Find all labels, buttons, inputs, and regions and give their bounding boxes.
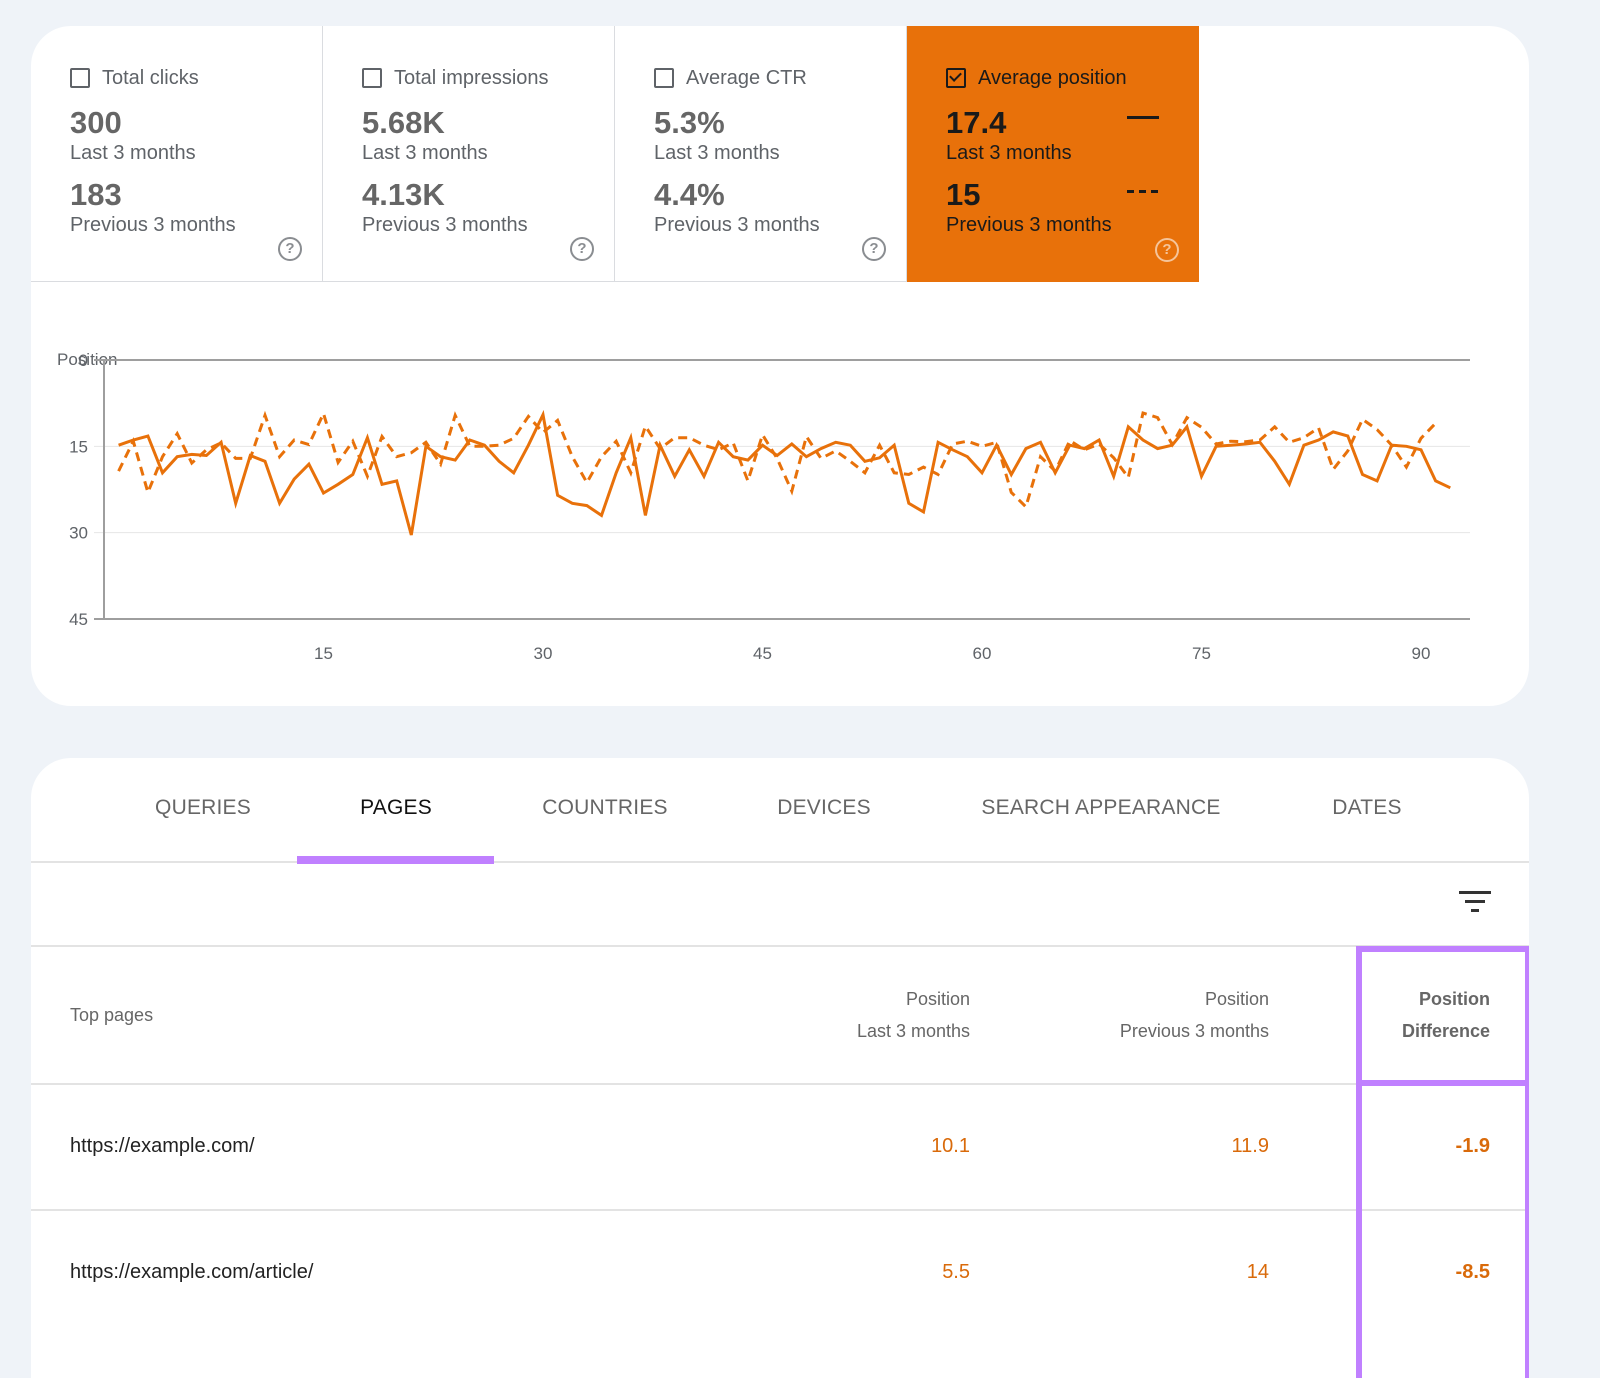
solid-line-legend-icon: [1127, 116, 1159, 119]
table-header: Top pages Position Last 3 months Positio…: [31, 947, 1529, 1085]
series-line-last-3-months: [119, 415, 1451, 535]
metric-label: Average position: [978, 67, 1127, 90]
x-tick-label: 45: [753, 644, 772, 663]
metric-previous-value: 4.4%: [654, 178, 906, 212]
position-last: 10.1: [931, 1135, 970, 1158]
table-row[interactable]: https://example.com/ 10.1 11.9 -1.9: [31, 1085, 1529, 1211]
help-icon[interactable]: ?: [570, 237, 594, 261]
metric-previous-period: Previous 3 months: [362, 212, 614, 238]
metric-previous-period: Previous 3 months: [654, 212, 906, 238]
tab-devices[interactable]: DEVICES: [777, 796, 871, 820]
metric-previous-period: Previous 3 months: [946, 212, 1199, 238]
difference-header-highlight: [1356, 946, 1529, 1086]
metric-current-value: 5.3%: [654, 106, 906, 140]
checkbox-icon[interactable]: [362, 68, 382, 88]
metric-current-period: Last 3 months: [362, 140, 614, 166]
metric-average-position[interactable]: Average position 17.4 Last 3 months 15 P…: [907, 26, 1199, 282]
position-previous: 11.9: [1232, 1135, 1269, 1158]
y-tick-label: 45: [69, 610, 88, 629]
help-icon[interactable]: ?: [1155, 238, 1179, 262]
position-previous: 14: [1247, 1261, 1269, 1284]
difference-column-highlight: [1356, 1080, 1529, 1378]
tab-queries[interactable]: QUERIES: [155, 796, 251, 820]
metric-current-period: Last 3 months: [70, 140, 322, 166]
filter-icon[interactable]: [1459, 891, 1491, 915]
page-url[interactable]: https://example.com/article/: [70, 1261, 313, 1284]
checkbox-checked-icon[interactable]: [946, 68, 966, 88]
column-header-position-last[interactable]: Position Last 3 months: [857, 983, 970, 1047]
metric-current-period: Last 3 months: [654, 140, 906, 166]
metric-total-impressions[interactable]: Total impressions 5.68K Last 3 months 4.…: [323, 26, 615, 282]
position-chart: Position 0153045 153045607590: [31, 306, 1529, 706]
page-url[interactable]: https://example.com/: [70, 1135, 255, 1158]
metric-label: Average CTR: [686, 67, 807, 90]
column-header-top-pages[interactable]: Top pages: [70, 999, 153, 1031]
column-header-line1: Position: [857, 983, 970, 1015]
position-last: 5.5: [942, 1261, 970, 1284]
metric-previous-value: 4.13K: [362, 178, 614, 212]
metric-previous-period: Previous 3 months: [70, 212, 322, 238]
metric-label: Total clicks: [102, 67, 199, 90]
series-line-previous-3-months: [119, 413, 1436, 507]
metric-average-ctr[interactable]: Average CTR 5.3% Last 3 months 4.4% Prev…: [615, 26, 907, 282]
metric-label: Total impressions: [394, 67, 549, 90]
help-icon[interactable]: ?: [862, 237, 886, 261]
column-header-line1: Position: [1120, 983, 1269, 1015]
tab-search-appearance[interactable]: SEARCH APPEARANCE: [981, 796, 1220, 820]
metric-current-value: 17.4: [946, 106, 1199, 140]
x-tick-label: 60: [973, 644, 992, 663]
dashed-line-legend-icon: [1127, 190, 1159, 193]
metric-previous-value: 15: [946, 178, 1199, 212]
filter-toolbar: [31, 863, 1529, 947]
table-row[interactable]: https://example.com/article/ 5.5 14 -8.5: [31, 1211, 1529, 1337]
column-header-line2: Last 3 months: [857, 1015, 970, 1047]
y-tick-label: 30: [69, 524, 88, 543]
column-header-label: Top pages: [70, 1005, 153, 1025]
x-tick-label: 30: [534, 644, 553, 663]
y-tick-label: 0: [79, 351, 88, 370]
tab-pages[interactable]: PAGES: [360, 796, 432, 820]
metric-current-value: 5.68K: [362, 106, 614, 140]
checkbox-icon[interactable]: [70, 68, 90, 88]
tab-countries[interactable]: COUNTRIES: [542, 796, 667, 820]
column-header-position-previous[interactable]: Position Previous 3 months: [1120, 983, 1269, 1047]
column-header-line2: Previous 3 months: [1120, 1015, 1269, 1047]
checkbox-icon[interactable]: [654, 68, 674, 88]
report-card: QUERIES PAGES COUNTRIES DEVICES SEARCH A…: [31, 758, 1529, 1378]
performance-card: Total clicks 300 Last 3 months 183 Previ…: [31, 26, 1529, 706]
x-tick-label: 90: [1412, 644, 1431, 663]
x-tick-label: 75: [1192, 644, 1211, 663]
y-tick-label: 15: [69, 437, 88, 456]
dimension-tabs: QUERIES PAGES COUNTRIES DEVICES SEARCH A…: [31, 758, 1529, 863]
metric-previous-value: 183: [70, 178, 322, 212]
metric-current-period: Last 3 months: [946, 140, 1199, 166]
tab-dates[interactable]: DATES: [1332, 796, 1401, 820]
metric-total-clicks[interactable]: Total clicks 300 Last 3 months 183 Previ…: [31, 26, 323, 282]
x-tick-label: 15: [314, 644, 333, 663]
metric-cards: Total clicks 300 Last 3 months 183 Previ…: [31, 26, 1199, 282]
metric-current-value: 300: [70, 106, 322, 140]
help-icon[interactable]: ?: [278, 237, 302, 261]
